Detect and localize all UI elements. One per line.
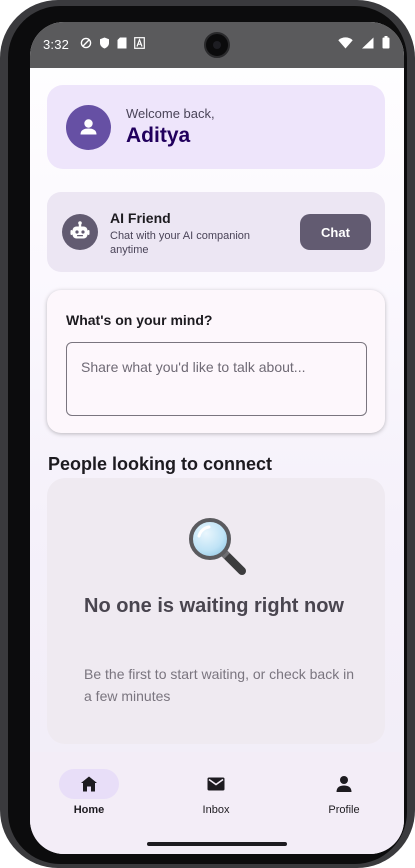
mail-icon (207, 777, 225, 791)
robot-face-icon (70, 221, 90, 239)
person-icon (80, 119, 97, 135)
mind-title: What's on your mind? (66, 312, 213, 328)
nav-item-home[interactable]: Home (49, 769, 129, 829)
nav-item-inbox[interactable]: Inbox (176, 769, 256, 829)
topic-input[interactable] (66, 342, 367, 416)
chat-button[interactable]: Chat (300, 214, 371, 250)
person-icon (336, 776, 352, 792)
wifi-icon (338, 36, 353, 48)
people-heading: People looking to connect (48, 454, 273, 474)
phone-frame: 3:32 Welcome back, Aditya AI Friend Chat… (0, 0, 415, 868)
welcome-subtitle: Welcome back, (126, 106, 215, 121)
home-icon (81, 776, 97, 792)
empty-state-card: No one is waiting right now Be the first… (47, 478, 385, 744)
sd-card-icon (117, 37, 127, 49)
empty-state-description: Be the first to start waiting, or check … (84, 666, 355, 704)
status-bar: 3:32 (30, 22, 404, 68)
empty-state-title: No one is waiting right now (84, 595, 344, 617)
font-a-icon (134, 37, 145, 49)
do-not-disturb-icon (80, 37, 92, 49)
bottom-navigation: Home Inbox Profile (30, 752, 404, 854)
battery-icon (382, 36, 390, 49)
nav-label-home: Home (73, 804, 105, 816)
system-icons (338, 36, 390, 49)
user-name: Aditya (126, 124, 191, 147)
app-screen: 3:32 Welcome back, Aditya AI Friend Chat… (30, 22, 404, 854)
user-avatar[interactable] (66, 105, 111, 150)
nav-item-profile[interactable]: Profile (304, 769, 384, 829)
status-time: 3:32 (43, 37, 70, 52)
ai-avatar (62, 214, 98, 250)
notification-icons (80, 37, 145, 49)
phone-bezel: 3:32 Welcome back, Aditya AI Friend Chat… (8, 6, 407, 864)
mind-card: What's on your mind? (47, 290, 385, 433)
nav-label-profile: Profile (328, 804, 360, 816)
gesture-home-indicator[interactable] (147, 842, 287, 846)
ai-friend-card[interactable]: AI Friend Chat with your AI companion an… (47, 192, 385, 272)
shield-icon (100, 37, 109, 49)
front-camera (204, 32, 230, 58)
ai-friend-title: AI Friend (110, 210, 171, 226)
magnifying-glass-icon (189, 518, 246, 575)
signal-icon (362, 37, 374, 48)
welcome-card: Welcome back, Aditya (47, 85, 385, 169)
ai-friend-description: Chat with your AI companion anytime (110, 230, 251, 256)
nav-label-inbox: Inbox (202, 804, 230, 816)
